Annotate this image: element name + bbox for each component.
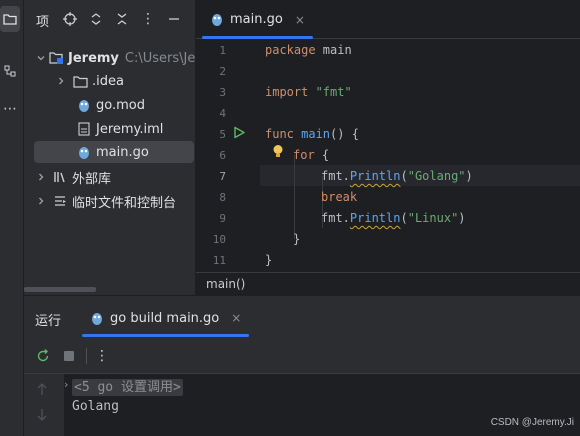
- hide-panel-icon[interactable]: [165, 10, 183, 28]
- code-line-11: }: [265, 253, 273, 267]
- chevron-right-icon[interactable]: ›: [64, 378, 68, 391]
- locate-icon[interactable]: [61, 10, 79, 28]
- project-horizontal-scrollbar[interactable]: [24, 287, 96, 292]
- arrow-down-icon[interactable]: [36, 408, 48, 422]
- code-line-1: package main: [265, 43, 352, 57]
- console-side-toolbar: [24, 374, 64, 436]
- indent-guide: [294, 155, 295, 239]
- chevron-right-icon[interactable]: [54, 74, 68, 88]
- line-number: 9: [219, 212, 226, 225]
- go-file-icon: [210, 12, 224, 27]
- chevron-right-icon[interactable]: [34, 194, 48, 208]
- line-number: 5: [219, 128, 226, 141]
- line-number: 11: [212, 254, 226, 267]
- folder-icon: [3, 12, 17, 26]
- code-line-9: fmt.Println("Linux"): [321, 211, 466, 225]
- tree-root-jeremy[interactable]: Jeremy C:\Users\Jer: [24, 47, 196, 69]
- run-panel-title[interactable]: 运行: [35, 310, 61, 329]
- tool-strip: ⋯: [0, 0, 24, 436]
- breadcrumb-item[interactable]: main(): [206, 277, 245, 291]
- run-toolbar: ⋮: [24, 338, 580, 374]
- expand-all-icon[interactable]: [87, 10, 105, 28]
- chevron-down-icon[interactable]: [34, 51, 48, 65]
- line-number-gutter: 1 2 3 4 5 6 7 8 9 10 11: [196, 40, 260, 272]
- tree-item-label: main.go: [96, 144, 149, 160]
- tree-item-label: 临时文件和控制台: [72, 195, 177, 211]
- line-number: 1: [219, 44, 226, 57]
- code-line-10: }: [293, 232, 301, 246]
- run-panel: 运行 go build main.go × ⋮ › <5 go 设置调用> Go…: [24, 295, 580, 436]
- run-tab-go-build[interactable]: go build main.go ×: [82, 302, 250, 337]
- folder-icon: [72, 73, 88, 89]
- editor-tab-bar: main.go ×: [196, 0, 580, 39]
- line-number: 6: [219, 149, 226, 162]
- tree-item-gomod[interactable]: go.mod: [24, 94, 196, 116]
- structure-icon: [3, 64, 17, 78]
- project-tool-button[interactable]: [0, 6, 20, 32]
- structure-tool-button[interactable]: [0, 58, 20, 84]
- tree-item-label: go.mod: [96, 97, 145, 113]
- tree-item-label: .idea: [92, 73, 124, 89]
- iml-file-icon: [76, 121, 92, 137]
- watermark: CSDN @Jeremy.Ji: [490, 417, 574, 428]
- code-line-8: break: [321, 190, 358, 204]
- go-file-icon: [76, 144, 92, 160]
- project-panel: 项 ⋮ Jeremy C:\Users\Jer .idea go.mod Jer…: [24, 0, 196, 295]
- code-line-6: for {: [293, 148, 330, 162]
- tree-item-maingo[interactable]: main.go: [34, 141, 194, 163]
- run-tab-label: go build main.go: [110, 310, 220, 326]
- chevron-right-icon[interactable]: [34, 170, 48, 184]
- options-menu-icon[interactable]: ⋮: [92, 346, 112, 366]
- code-area[interactable]: package main import "fmt" func main() { …: [260, 40, 580, 272]
- gomod-file-icon: [76, 97, 92, 113]
- tab-main-go[interactable]: main.go ×: [202, 0, 313, 39]
- tab-label: main.go: [230, 12, 283, 27]
- collapse-all-icon[interactable]: [113, 10, 131, 28]
- tree-item-idea[interactable]: .idea: [24, 70, 196, 92]
- editor: main.go × 1 2 3 4 5 6 7 8 9 10 11 packag…: [196, 0, 580, 295]
- console-output-line: Golang: [72, 399, 119, 414]
- line-number: 8: [219, 191, 226, 204]
- more-tools-button[interactable]: ⋯: [0, 96, 20, 122]
- go-run-config-icon: [90, 311, 104, 326]
- console-folded-line[interactable]: <5 go 设置调用>: [72, 376, 183, 396]
- project-panel-title[interactable]: 项: [36, 11, 49, 30]
- line-number: 3: [219, 86, 226, 99]
- stop-icon[interactable]: [59, 346, 79, 366]
- tree-item-external-libraries[interactable]: 外部库: [24, 166, 196, 188]
- root-name: Jeremy: [68, 50, 119, 66]
- module-folder-icon: [48, 50, 64, 66]
- library-icon: [52, 169, 68, 185]
- lightbulb-icon[interactable]: [272, 144, 284, 159]
- active-tab-indicator: [82, 334, 250, 337]
- arrow-up-icon[interactable]: [36, 382, 48, 396]
- tree-item-label: Jeremy.iml: [96, 121, 164, 137]
- code-line-7: fmt.Println("Golang"): [321, 169, 473, 183]
- ellipsis-icon: ⋯: [3, 101, 17, 117]
- rerun-icon[interactable]: [33, 346, 53, 366]
- breadcrumb[interactable]: main(): [196, 272, 580, 295]
- run-gutter-icon[interactable]: [233, 126, 245, 139]
- tree-item-scratches[interactable]: 临时文件和控制台: [24, 190, 196, 212]
- code-line-3: import "fmt": [265, 85, 352, 99]
- options-menu-icon[interactable]: ⋮: [139, 10, 157, 28]
- active-tab-indicator: [202, 36, 313, 39]
- line-number: 7: [219, 170, 226, 183]
- root-path: C:\Users\Jer: [124, 50, 196, 66]
- toolbar-divider: [86, 348, 87, 364]
- line-number: 4: [219, 107, 226, 120]
- close-icon[interactable]: ×: [231, 311, 241, 325]
- close-icon[interactable]: ×: [295, 13, 305, 27]
- folded-region[interactable]: <5 go 设置调用>: [72, 379, 183, 396]
- project-panel-header: 项 ⋮: [24, 0, 196, 38]
- run-panel-header: 运行 go build main.go ×: [24, 296, 580, 338]
- tree-item-iml[interactable]: Jeremy.iml: [24, 118, 196, 140]
- line-number: 2: [219, 65, 226, 78]
- line-number: 10: [212, 233, 226, 246]
- code-line-5: func main() {: [265, 127, 359, 141]
- scratches-icon: [52, 193, 68, 209]
- tree-item-label: 外部库: [72, 171, 112, 187]
